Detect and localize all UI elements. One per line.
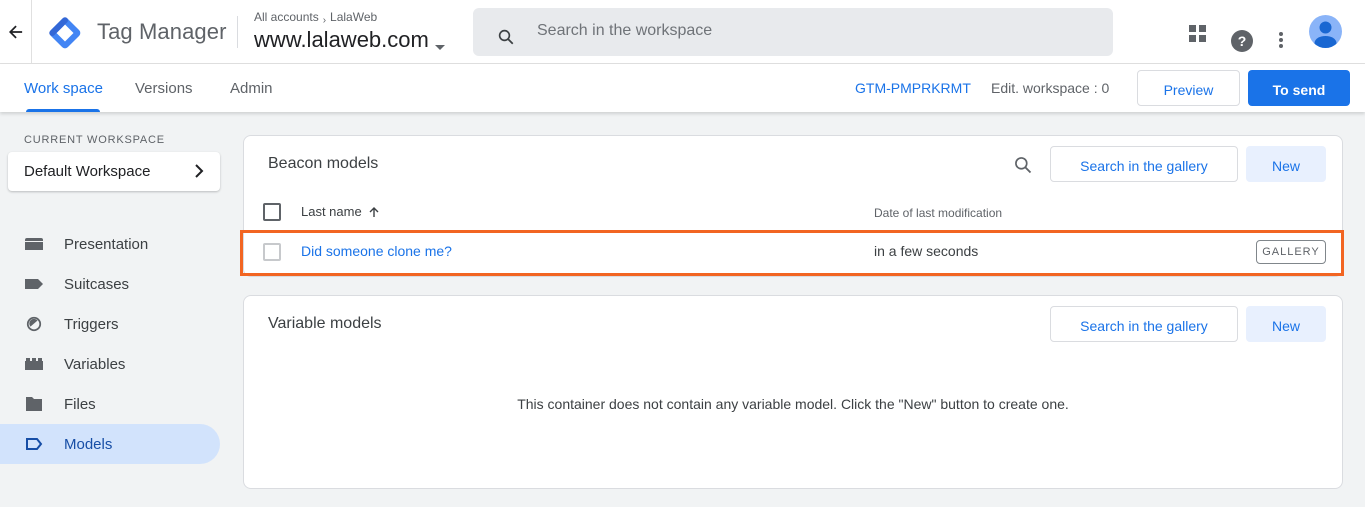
workspace-search-input[interactable] <box>537 18 1097 44</box>
workspace-toolbar: Work space Versions Admin GTM-PMPRKRMT E… <box>0 64 1365 112</box>
tag-manager-logo-icon <box>49 17 81 49</box>
search-icon[interactable] <box>497 28 515 46</box>
container-name: www.lalaweb.com <box>254 27 429 52</box>
template-name-link[interactable]: Did someone clone me? <box>301 243 452 259</box>
account-avatar-icon[interactable] <box>1309 15 1342 48</box>
back-button[interactable] <box>0 0 32 64</box>
help-icon[interactable]: ? <box>1231 30 1253 52</box>
sidebar-item-files[interactable]: Files <box>0 384 220 424</box>
submit-button[interactable]: To send <box>1248 70 1350 106</box>
back-arrow-icon <box>8 25 22 39</box>
column-header-date[interactable]: Date of last modification <box>874 206 1002 220</box>
product-name: Tag Manager <box>97 19 227 44</box>
sidebar-item-models[interactable]: Models <box>0 424 220 464</box>
tag-icon <box>25 279 43 289</box>
template-modified-date: in a few seconds <box>874 243 979 259</box>
search-gallery-button[interactable]: Search in the gallery <box>1050 306 1238 342</box>
apps-grid-icon[interactable] <box>1189 25 1207 43</box>
card-title: Variable models <box>268 315 382 332</box>
sidebar-item-triggers[interactable]: Triggers <box>0 304 220 344</box>
breadcrumb: All accounts › LalaWeb <box>254 10 377 26</box>
row-checkbox[interactable] <box>263 243 281 261</box>
column-header-name[interactable]: Last name <box>301 204 380 219</box>
tab-versions[interactable]: Versions <box>135 80 193 97</box>
overview-icon <box>25 238 43 250</box>
workspace-picker[interactable]: Default Workspace <box>8 152 220 191</box>
empty-state-message: This container does not contain any vari… <box>517 396 1069 412</box>
folder-icon <box>26 397 42 411</box>
dropdown-caret-icon <box>434 44 445 50</box>
container-selector[interactable]: www.lalaweb.com <box>254 27 445 53</box>
current-workspace-label: CURRENT WORKSPACE <box>24 134 165 146</box>
search-gallery-button[interactable]: Search in the gallery <box>1050 146 1238 182</box>
sidebar-item-variables[interactable]: Variables <box>0 344 220 384</box>
tab-admin[interactable]: Admin <box>230 80 273 97</box>
sidebar-item-label: Triggers <box>64 316 119 333</box>
sort-ascending-icon <box>369 206 379 217</box>
workspace-changes-count: Edit. workspace : 0 <box>991 80 1110 96</box>
select-all-checkbox[interactable] <box>263 203 281 221</box>
trigger-icon <box>26 316 42 332</box>
app-bar: Tag Manager All accounts › LalaWeb www.l… <box>0 0 1365 64</box>
new-tag-template-button[interactable]: New <box>1246 146 1326 182</box>
container-id-link[interactable]: GTM-PMPRKRMT <box>855 80 971 96</box>
workspace-search <box>473 8 1113 56</box>
sidebar-item-label: Suitcases <box>64 276 130 293</box>
sidebar-item-label: Presentation <box>64 236 149 253</box>
breadcrumb-separator-icon: › <box>322 14 327 26</box>
sidebar-item-suitcases[interactable]: Suitcases <box>0 264 220 304</box>
gallery-badge: GALLERY <box>1256 240 1326 264</box>
more-vert-icon[interactable] <box>1278 32 1284 50</box>
search-icon[interactable] <box>1013 155 1033 175</box>
sidebar-item-presentation[interactable]: Presentation <box>0 224 220 264</box>
new-variable-template-button[interactable]: New <box>1246 306 1326 342</box>
active-tab-indicator <box>26 109 100 112</box>
sidebar-item-label: Models <box>64 436 113 453</box>
card-title: Beacon models <box>268 155 379 172</box>
breadcrumb-account[interactable]: LalaWeb <box>330 10 377 24</box>
breadcrumb-all-accounts[interactable]: All accounts <box>254 10 319 24</box>
variables-icon <box>25 358 43 370</box>
sidebar-item-label: Files <box>64 396 96 413</box>
variable-models-card: Variable models Search in the gallery Ne… <box>243 295 1343 489</box>
beacon-models-card: Beacon models Search in the gallery New … <box>243 135 1343 277</box>
workspace-name: Default Workspace <box>24 163 151 180</box>
sidebar-item-label: Variables <box>64 356 126 373</box>
template-icon <box>26 438 43 450</box>
header-divider <box>237 16 238 48</box>
tab-workspace[interactable]: Work space <box>24 80 103 97</box>
chevron-right-icon <box>195 164 204 178</box>
preview-button[interactable]: Preview <box>1137 70 1240 106</box>
